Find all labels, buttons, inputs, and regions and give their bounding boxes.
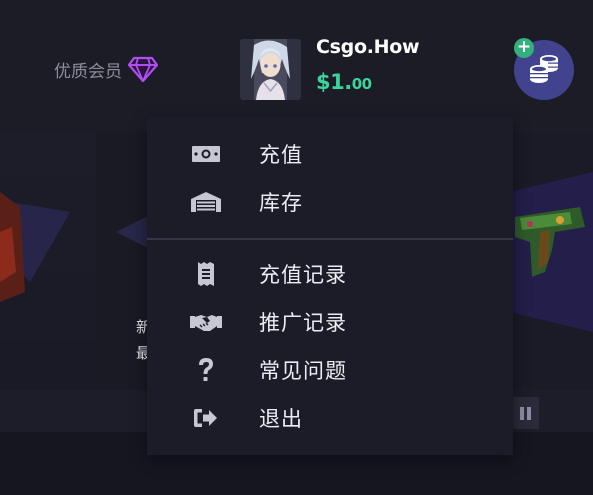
user-avatar[interactable] bbox=[240, 39, 301, 100]
menu-item-recharge[interactable]: 充值 bbox=[147, 132, 513, 176]
menu-label-faq: 常见问题 bbox=[259, 359, 347, 383]
menu-item-inventory[interactable]: 库存 bbox=[147, 180, 513, 224]
menu-label-referral-history: 推广记录 bbox=[259, 311, 347, 335]
background-case-card-right bbox=[510, 132, 593, 390]
menu-item-referral-history[interactable]: 推广记录 bbox=[147, 300, 513, 344]
question-icon bbox=[189, 355, 223, 385]
menu-label-inventory: 库存 bbox=[259, 191, 303, 215]
vip-label: 优质会员 bbox=[54, 61, 122, 82]
sign-out-icon bbox=[189, 403, 223, 433]
menu-item-logout[interactable]: 退出 bbox=[147, 396, 513, 440]
menu-item-faq[interactable]: 常见问题 bbox=[147, 348, 513, 392]
coins-icon bbox=[527, 52, 561, 88]
pause-button[interactable] bbox=[511, 397, 539, 429]
balance-cents: 00 bbox=[351, 75, 372, 93]
menu-divider bbox=[147, 238, 513, 240]
warehouse-icon bbox=[189, 187, 223, 217]
money-bill-icon bbox=[189, 139, 223, 169]
pause-bar-left bbox=[519, 406, 524, 420]
receipt-icon bbox=[189, 259, 223, 289]
menu-label-recharge: 充值 bbox=[259, 143, 303, 167]
menu-label-recharge-history: 充值记录 bbox=[259, 263, 347, 287]
menu-label-logout: 退出 bbox=[259, 407, 303, 431]
menu-item-recharge-history[interactable]: 充值记录 bbox=[147, 252, 513, 296]
add-funds-plus-icon[interactable]: + bbox=[514, 38, 534, 58]
vip-badge[interactable]: 优质会员 bbox=[54, 56, 158, 82]
background-case-card-left bbox=[0, 132, 96, 390]
handshake-icon bbox=[189, 307, 223, 337]
username: Csgo.How bbox=[316, 36, 420, 58]
balance-main: $1. bbox=[316, 70, 352, 94]
user-dropdown-menu: 充值 库存 充值记录 推广记录 常见问题 退出 bbox=[147, 118, 513, 455]
balance: $1.00 bbox=[316, 70, 372, 94]
pause-bar-right bbox=[526, 406, 531, 420]
diamond-icon bbox=[128, 56, 158, 82]
